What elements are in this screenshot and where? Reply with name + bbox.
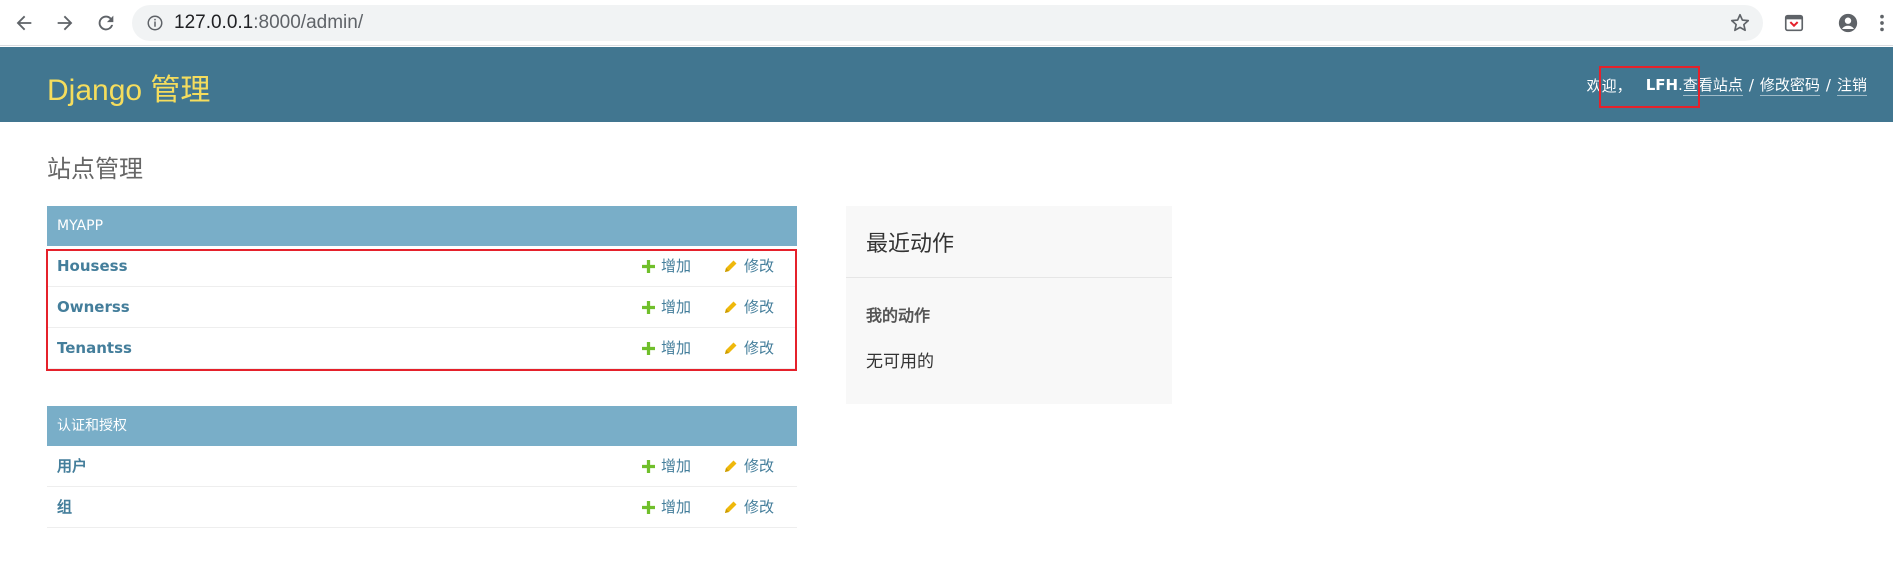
- recent-actions-title: 最近动作: [866, 232, 955, 257]
- reload-button[interactable]: [91, 8, 121, 38]
- site-branding[interactable]: Django 管理: [47, 65, 210, 109]
- add-label: 增加: [661, 498, 692, 516]
- separator: /: [1825, 76, 1831, 94]
- model-link[interactable]: Housess: [57, 246, 128, 286]
- change-link[interactable]: 修改: [724, 246, 774, 286]
- bookmark-star-icon[interactable]: [1729, 12, 1751, 34]
- welcome-text: 欢迎，: [1586, 76, 1632, 95]
- add-link[interactable]: 增加: [642, 446, 691, 486]
- plus-icon: [642, 300, 655, 314]
- url-text: 127.0.0.1:8000/admin/: [174, 5, 363, 41]
- browser-menu-button[interactable]: [1872, 8, 1892, 38]
- plus-icon: [642, 500, 655, 514]
- forward-button[interactable]: [50, 8, 80, 38]
- admin-header: Django 管理 欢迎， LFH . 查看站点 / 修改密码 / 注销: [0, 47, 1893, 122]
- change-link[interactable]: 修改: [724, 487, 774, 527]
- extension-button[interactable]: [1779, 8, 1809, 38]
- change-label: 修改: [744, 257, 775, 275]
- pencil-icon: [725, 342, 737, 354]
- account-icon: [1838, 13, 1858, 33]
- no-actions-text: 无可用的: [866, 352, 934, 372]
- profile-button[interactable]: [1833, 8, 1863, 38]
- address-bar[interactable]: 127.0.0.1:8000/admin/: [132, 5, 1763, 41]
- model-link[interactable]: 组: [57, 487, 72, 527]
- pocket-extension-icon: [1784, 14, 1804, 32]
- username: LFH: [1645, 76, 1679, 94]
- add-label: 增加: [661, 298, 692, 316]
- change-label: 修改: [744, 339, 775, 357]
- model-row: Tenantss 增加 修改: [47, 328, 797, 369]
- my-actions-heading: 我的动作: [866, 306, 931, 325]
- plus-icon: [642, 259, 655, 273]
- browser-toolbar: 127.0.0.1:8000/admin/: [0, 0, 1893, 46]
- url-host: 127.0.0.1: [174, 12, 254, 33]
- change-link[interactable]: 修改: [724, 287, 774, 327]
- model-row: 组 增加 修改: [47, 487, 797, 528]
- separator: /: [1748, 76, 1754, 94]
- model-row: Ownerss 增加 修改: [47, 287, 797, 328]
- add-link[interactable]: 增加: [642, 287, 691, 327]
- user-tools: 欢迎， LFH . 查看站点 / 修改密码 / 注销: [1587, 74, 1867, 96]
- change-password-link[interactable]: 修改密码: [1759, 74, 1820, 96]
- page-title: 站点管理: [47, 155, 143, 183]
- pencil-icon: [725, 260, 737, 272]
- model-link[interactable]: Tenantss: [57, 328, 132, 368]
- info-icon: [147, 15, 163, 31]
- change-label: 修改: [744, 498, 775, 516]
- change-link[interactable]: 修改: [724, 328, 774, 368]
- back-button[interactable]: [9, 8, 39, 38]
- change-label: 修改: [744, 457, 775, 475]
- pencil-icon: [725, 460, 737, 472]
- module-auth: 认证和授权 用户 增加 修改 组 增加 修改: [47, 406, 797, 528]
- divider: [846, 277, 1172, 278]
- pencil-icon: [725, 501, 737, 513]
- logout-link[interactable]: 注销: [1836, 74, 1867, 96]
- plus-icon: [642, 459, 655, 473]
- add-link[interactable]: 增加: [642, 246, 691, 286]
- module-caption[interactable]: MYAPP: [47, 206, 797, 246]
- model-link[interactable]: Ownerss: [57, 287, 130, 327]
- add-label: 增加: [661, 257, 692, 275]
- reload-icon: [98, 15, 114, 31]
- arrow-right-icon: [57, 15, 73, 31]
- module-caption[interactable]: 认证和授权: [47, 406, 797, 446]
- module-myapp: MYAPP Housess 增加 修改 Ownerss 增加 修改 Tenant…: [47, 206, 797, 369]
- add-label: 增加: [661, 457, 692, 475]
- more-vert-icon: [1880, 14, 1884, 32]
- pencil-icon: [725, 301, 737, 313]
- add-link[interactable]: 增加: [642, 487, 691, 527]
- model-row: 用户 增加 修改: [47, 446, 797, 487]
- model-row: Housess 增加 修改: [47, 246, 797, 287]
- model-link[interactable]: 用户: [57, 446, 87, 486]
- view-site-link[interactable]: 查看站点: [1682, 74, 1743, 96]
- change-label: 修改: [744, 298, 775, 316]
- url-path: :8000/admin/: [253, 12, 364, 33]
- add-label: 增加: [661, 339, 692, 357]
- arrow-left-icon: [16, 15, 32, 31]
- change-link[interactable]: 修改: [724, 446, 774, 486]
- recent-actions-panel: 最近动作 我的动作 无可用的: [846, 206, 1172, 404]
- plus-icon: [642, 341, 655, 355]
- add-link[interactable]: 增加: [642, 328, 691, 368]
